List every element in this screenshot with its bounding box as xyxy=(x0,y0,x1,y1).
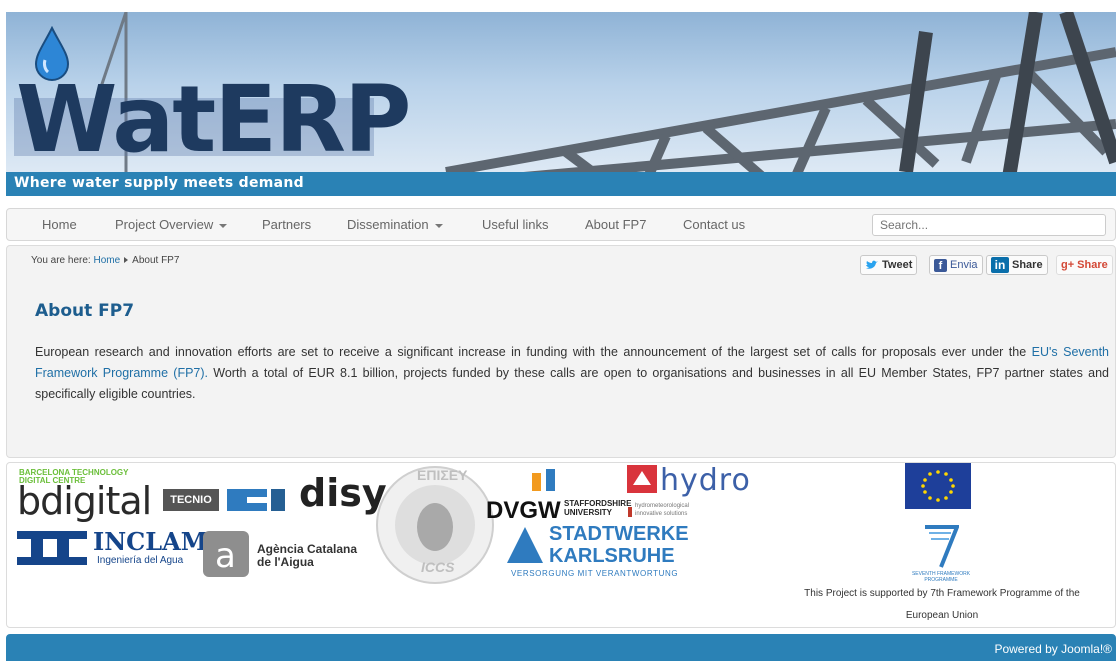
breadcrumb-arrow-icon xyxy=(124,257,129,263)
iccs-label: ICCS xyxy=(421,559,455,575)
site-footer: Powered by Joomla!® xyxy=(6,634,1116,661)
linkedin-share-label: Share xyxy=(1012,259,1043,271)
linkedin-icon: in xyxy=(991,257,1009,273)
linkedin-share-button[interactable]: in Share xyxy=(986,255,1048,275)
chevron-down-icon xyxy=(219,223,228,228)
stadtwerke-logo-icon xyxy=(507,527,543,563)
support-line1: This Project is supported by 7th Framewo… xyxy=(804,588,1080,599)
facebook-send-button[interactable]: f Envia xyxy=(929,255,983,275)
nav-contact-us[interactable]: Contact us xyxy=(683,217,745,232)
staffordshire-line2: UNIVERSITY xyxy=(564,508,613,517)
nav-project-overview[interactable]: Project Overview xyxy=(115,217,228,232)
twitter-bird-icon xyxy=(866,260,878,269)
chevron-down-icon xyxy=(434,223,443,228)
svg-text:a: a xyxy=(215,536,236,576)
aca-logo-icon: a xyxy=(203,531,249,577)
tagline-bar: Where water supply meets demand xyxy=(6,172,1116,196)
aca-line2: de l'Aigua xyxy=(257,555,314,569)
site-logo[interactable]: WatERP xyxy=(16,74,411,166)
nav-home[interactable]: Home xyxy=(42,217,77,232)
powered-by-joomla[interactable]: Powered by Joomla!® xyxy=(994,642,1112,656)
page-title: About FP7 xyxy=(35,301,135,321)
hydro-logo: hydro xyxy=(660,463,751,498)
google-plus-share-label: Share xyxy=(1077,259,1108,271)
hydro-tagline-line2: innovative solutions xyxy=(635,511,688,517)
google-plus-share-button[interactable]: g+ Share xyxy=(1056,255,1113,275)
bdigital-logo: bdigital xyxy=(17,479,152,523)
fp7-support-note: This Project is supported by 7th Framewo… xyxy=(777,583,1107,627)
tweet-label: Tweet xyxy=(882,259,913,271)
aca-logo-text: Agència Catalana de l'Aigua xyxy=(257,543,357,569)
nav-dissemination-label: Dissemination xyxy=(347,217,429,232)
facebook-send-label: Envia xyxy=(950,259,978,271)
dvgw-flame-icon xyxy=(532,469,555,491)
breadcrumb: You are here: Home About FP7 xyxy=(31,255,179,266)
nav-about-fp7[interactable]: About FP7 xyxy=(585,217,646,232)
nav-project-overview-label: Project Overview xyxy=(115,217,214,232)
site-tagline: Where water supply meets demand xyxy=(14,175,304,191)
breadcrumb-home-link[interactable]: Home xyxy=(93,255,120,266)
stadtwerke-logo: STADTWERKE KARLSRUHE xyxy=(549,523,689,567)
staffordshire-line1: STAFFORDSHIRE xyxy=(564,499,632,508)
blue-partner-logo-icon xyxy=(227,489,285,511)
stadtwerke-tagline: VERSORGUNG MIT VERANTWORTUNG xyxy=(511,569,679,578)
breadcrumb-prefix: You are here: xyxy=(31,255,91,266)
facebook-icon: f xyxy=(934,258,947,272)
eu-flag-icon xyxy=(905,463,971,509)
nav-useful-links[interactable]: Useful links xyxy=(482,217,548,232)
fp7-logo-icon xyxy=(925,525,959,568)
partners-panel: BARCELONA TECHNOLOGY DIGITAL CENTRE bdig… xyxy=(6,462,1116,628)
tecnio-logo: TECNIO xyxy=(163,489,219,511)
google-plus-icon: g+ xyxy=(1061,259,1075,271)
fp7-logo-caption: SEVENTH FRAMEWORK PROGRAMME xyxy=(911,571,971,583)
hydro-logo-icon xyxy=(627,465,657,493)
nav-partners[interactable]: Partners xyxy=(262,217,311,232)
inclam-logo: INCLAM xyxy=(93,527,208,556)
tweet-button[interactable]: Tweet xyxy=(860,255,918,275)
hydro-tagline: hydrometeorological innovative solutions xyxy=(635,502,689,518)
nav-dissemination[interactable]: Dissemination xyxy=(347,217,443,232)
disy-logo: disy xyxy=(299,471,387,515)
staffordshire-logo: STAFFORDSHIRE UNIVERSITY xyxy=(564,499,631,517)
staffordshire-mark xyxy=(628,507,632,517)
support-line2: European Union xyxy=(905,610,979,621)
article-body: European research and innovation efforts… xyxy=(35,342,1109,405)
stadtwerke-line2: KARLSRUHE xyxy=(549,545,675,567)
header-banner: WatERP Where water supply meets demand xyxy=(6,12,1116,196)
hydro-tagline-line1: hydrometeorological xyxy=(635,503,690,509)
inclam-subtitle: Ingeniería del Agua xyxy=(97,555,184,566)
dvgw-logo: DVGW xyxy=(486,497,561,524)
article-text-before: European research and innovation efforts… xyxy=(35,345,1032,359)
content-panel: You are here: Home About FP7 Tweet f Envi… xyxy=(6,245,1116,458)
inclam-logo-icon xyxy=(17,531,87,565)
iccs-greek-text: ΕΠΙΣΕΥ xyxy=(417,467,468,483)
stadtwerke-line1: STADTWERKE xyxy=(549,523,689,545)
main-navigation: Home Project Overview Partners Dissemina… xyxy=(6,208,1116,241)
search-input[interactable] xyxy=(872,214,1106,236)
breadcrumb-current: About FP7 xyxy=(132,255,180,266)
